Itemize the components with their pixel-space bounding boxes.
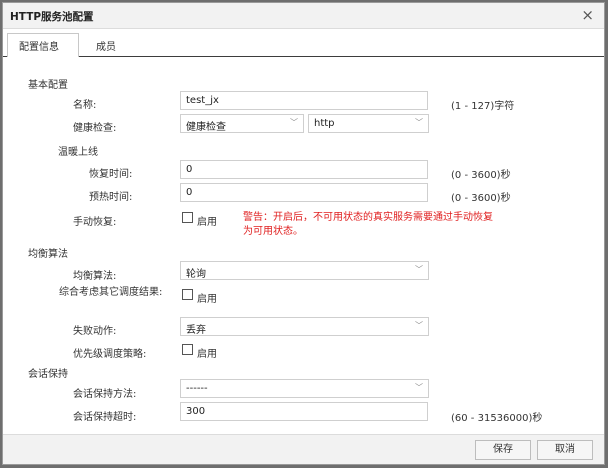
- section-basic: 基本配置: [28, 80, 68, 91]
- name-label: 名称:: [73, 100, 97, 111]
- priority-label: 优先级调度策略:: [73, 349, 147, 360]
- preheat-time-hint: (0 - 3600)秒: [451, 193, 511, 204]
- recover-time-hint: (0 - 3600)秒: [451, 170, 511, 181]
- algorithm-select[interactable]: 轮询 ﹀: [180, 261, 429, 280]
- preheat-time-input[interactable]: [180, 183, 428, 202]
- tab-config-info[interactable]: 配置信息: [19, 38, 59, 53]
- session-timeout-hint: (60 - 31536000)秒: [451, 413, 543, 424]
- chevron-down-icon: ﹀: [415, 265, 423, 274]
- health-check-value: 健康检查: [186, 122, 226, 133]
- section-balance: 均衡算法: [28, 249, 68, 260]
- save-button[interactable]: 保存: [475, 440, 531, 460]
- priority-checkbox-label: 启用: [197, 349, 217, 360]
- consider-other-checkbox-label: 启用: [197, 294, 217, 305]
- section-warmup: 温暖上线: [58, 147, 98, 158]
- session-method-select[interactable]: ------ ﹀: [180, 379, 429, 398]
- chevron-down-icon: ﹀: [415, 118, 423, 127]
- manual-recover-checkbox[interactable]: [182, 212, 193, 223]
- cancel-button[interactable]: 取消: [537, 440, 593, 460]
- tab-members[interactable]: 成员: [96, 38, 116, 53]
- section-session: 会话保持: [28, 369, 68, 380]
- fail-action-select[interactable]: 丢弃 ﹀: [180, 317, 429, 336]
- close-icon[interactable]: ×: [581, 6, 594, 24]
- health-protocol-select[interactable]: http ﹀: [308, 114, 429, 133]
- title-bar: HTTP服务池配置 ×: [3, 3, 604, 29]
- name-input[interactable]: [180, 91, 428, 110]
- chevron-down-icon: ﹀: [290, 118, 298, 127]
- fail-action-label: 失败动作:: [73, 326, 117, 337]
- http-pool-config-dialog: HTTP服务池配置 × 配置信息 成员 基本配置 名称: (1 - 127)字符…: [2, 2, 605, 465]
- name-hint: (1 - 127)字符: [451, 101, 515, 112]
- health-check-select[interactable]: 健康检查 ﹀: [180, 114, 304, 133]
- tab-bar: 配置信息 成员: [3, 29, 604, 57]
- chevron-down-icon: ﹀: [415, 383, 423, 392]
- consider-other-label: 综合考虑其它调度结果:: [59, 287, 163, 298]
- session-timeout-label: 会话保持超时:: [73, 412, 137, 423]
- manual-recover-label: 手动恢复:: [73, 217, 117, 228]
- session-method-label: 会话保持方法:: [73, 389, 137, 400]
- fail-action-value: 丢弃: [186, 325, 206, 336]
- algorithm-label: 均衡算法:: [73, 271, 117, 282]
- health-check-label: 健康检查:: [73, 123, 117, 134]
- dialog-title: HTTP服务池配置: [10, 11, 94, 23]
- manual-recover-warning: 警告：开启后，不可用状态的真实服务需要通过手动恢复为可用状态。: [243, 212, 493, 237]
- health-protocol-value: http: [314, 118, 335, 129]
- recover-time-input[interactable]: [180, 160, 428, 179]
- preheat-time-label: 预热时间:: [89, 192, 133, 203]
- session-method-value: ------: [186, 383, 208, 394]
- dialog-footer: 保存 取消: [3, 434, 604, 464]
- priority-checkbox[interactable]: [182, 344, 193, 355]
- manual-recover-checkbox-label: 启用: [197, 217, 217, 228]
- config-form: 基本配置 名称: (1 - 127)字符 健康检查: 健康检查 ﹀ http ﹀…: [3, 58, 604, 436]
- algorithm-value: 轮询: [186, 269, 206, 280]
- consider-other-checkbox[interactable]: [182, 289, 193, 300]
- recover-time-label: 恢复时间:: [89, 169, 133, 180]
- session-timeout-input[interactable]: [180, 402, 428, 421]
- chevron-down-icon: ﹀: [415, 321, 423, 330]
